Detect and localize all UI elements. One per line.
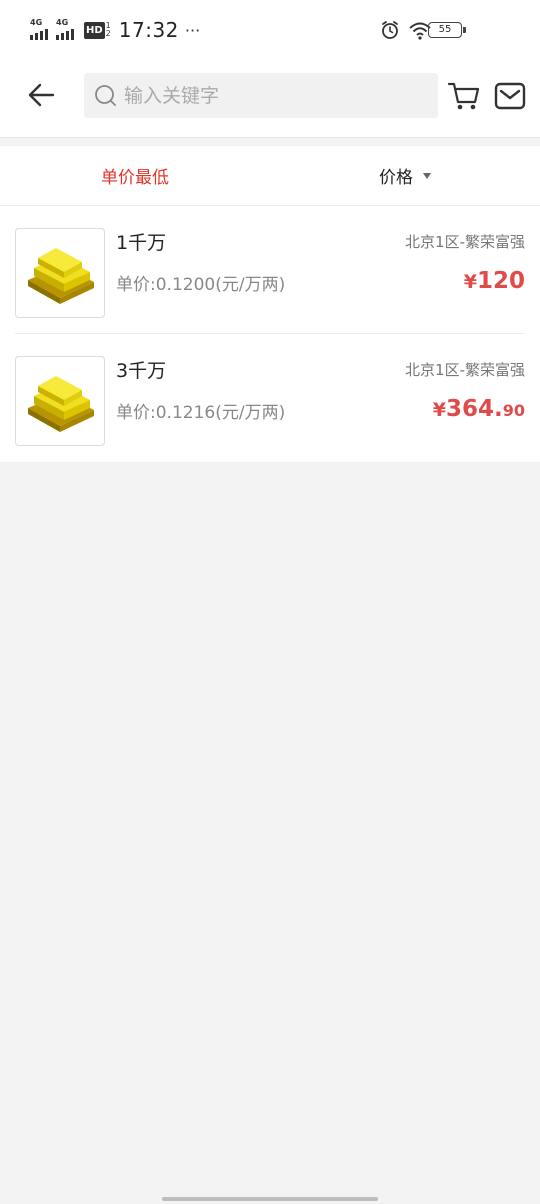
sort-bar: 单价最低 价格 <box>0 146 540 206</box>
gold-bar-image <box>15 228 105 318</box>
sort-price-label: 价格 <box>379 168 413 188</box>
hd-voice-icon: HD <box>84 21 105 39</box>
back-button[interactable] <box>24 78 58 112</box>
status-time: 17:32 <box>118 18 179 42</box>
search-header <box>0 62 540 138</box>
status-bar: 4G 4G HD 1 2 17:32 ··· 55 <box>0 0 540 62</box>
item-price: ¥120 <box>464 268 525 294</box>
cart-icon <box>447 82 480 110</box>
search-input[interactable] <box>124 84 414 107</box>
item-price: ¥364.90 <box>433 396 525 422</box>
listing-list: 1千万 北京1区-繁荣富强 单价:0.1200(元/万两) ¥120 3千万 北… <box>0 206 540 462</box>
battery-icon: 55 <box>428 22 466 38</box>
caret-down-icon <box>423 172 431 179</box>
back-arrow-icon <box>28 83 55 107</box>
message-button[interactable] <box>494 81 526 111</box>
item-server: 北京1区-繁荣富强 <box>405 233 525 251</box>
item-server: 北京1区-繁荣富强 <box>405 361 525 379</box>
alarm-icon <box>382 21 398 39</box>
gold-bars-icon <box>28 248 94 304</box>
list-item[interactable]: 3千万 北京1区-繁荣富强 单价:0.1216(元/万两) ¥364.90 <box>15 334 525 462</box>
item-unit-price: 单价:0.1200(元/万两) <box>116 275 286 295</box>
price-integer: 364. <box>445 396 503 422</box>
price-currency: ¥ <box>463 271 477 293</box>
search-icon <box>95 84 116 106</box>
hd-sim-label: 1 2 <box>105 21 111 38</box>
price-integer: 120 <box>476 268 525 294</box>
sort-price[interactable]: 价格 <box>270 146 540 205</box>
search-box[interactable] <box>84 73 438 118</box>
more-notifications-icon: ··· <box>184 20 201 40</box>
sort-unit-price-label: 单价最低 <box>101 168 169 188</box>
signal-icon: 4G <box>30 18 52 40</box>
home-indicator[interactable] <box>162 1197 378 1201</box>
gold-bars-icon <box>28 376 94 432</box>
sort-unit-price-lowest[interactable]: 单价最低 <box>0 146 270 205</box>
item-title: 3千万 <box>116 360 167 382</box>
price-decimal: 90 <box>502 401 525 420</box>
item-title: 1千万 <box>116 232 167 254</box>
gold-bar-image <box>15 356 105 446</box>
item-unit-price: 单价:0.1216(元/万两) <box>116 403 286 423</box>
list-item[interactable]: 1千万 北京1区-繁荣富强 单价:0.1200(元/万两) ¥120 <box>15 206 525 334</box>
mail-icon <box>494 82 526 110</box>
cart-button[interactable] <box>447 80 481 112</box>
signal-icon-2: 4G <box>56 18 78 40</box>
price-currency: ¥ <box>432 399 446 421</box>
